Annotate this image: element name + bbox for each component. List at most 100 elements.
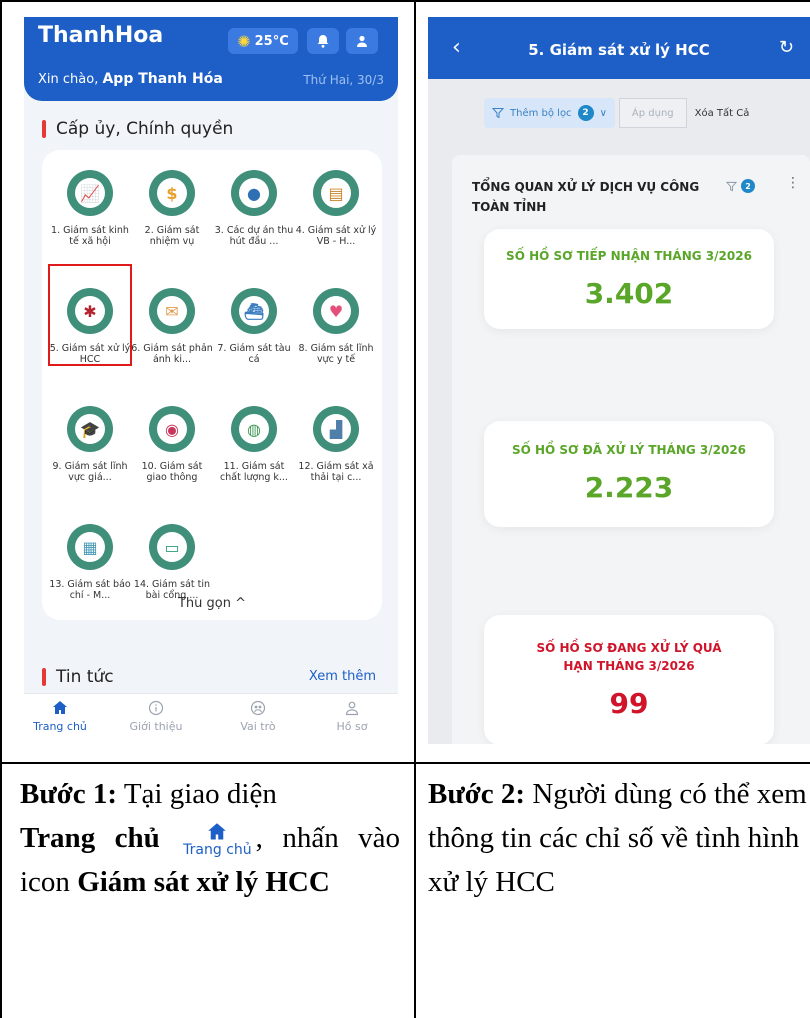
stat-label: SỐ HỒ SƠ TIẾP NHẬN THÁNG 3/2026 xyxy=(506,249,752,263)
module-item-9[interactable]: 🎓 9. Giám sát lĩnh vực giá... xyxy=(48,406,132,483)
stat-value: 2.223 xyxy=(584,471,674,504)
money-task-icon: $ xyxy=(149,170,195,216)
nav-roles-label: Vai trò xyxy=(240,720,276,733)
weather-chip[interactable]: ✺ 25°C xyxy=(228,28,298,54)
nav-about[interactable]: Giới thiệu xyxy=(116,700,196,733)
table-border-top xyxy=(0,0,810,2)
module-item-10[interactable]: ◉ 10. Giám sát giao thông xyxy=(130,406,214,483)
stat-card-overdue: SỐ HỒ SƠ ĐANG XỬ LÝ QUÁ HẠN THÁNG 3/2026… xyxy=(484,615,774,744)
collapse-button[interactable]: Thu gọn ^ xyxy=(42,596,382,611)
filter-count-badge: 2 xyxy=(577,105,594,121)
see-more-link[interactable]: Xem thêm xyxy=(309,669,376,684)
apply-button[interactable]: Áp dụng xyxy=(618,98,687,128)
greeting: Xin chào, App Thanh Hóa xyxy=(38,71,223,87)
overview-panel: TỔNG QUAN XỬ LÝ DỊCH VỤ CÔNG TOÀN TỈNH 2… xyxy=(452,155,810,744)
info-icon xyxy=(116,700,196,720)
document-stack-icon: ▤ xyxy=(313,170,359,216)
clear-all-button[interactable]: Xóa Tất Cả xyxy=(695,108,750,119)
step1-text: Bước 1: Tại giao diện Trang chủ Trang ch… xyxy=(20,772,400,904)
module-label: 6. Giám sát phản ánh ki... xyxy=(131,343,213,365)
mail-feedback-icon: ✉ xyxy=(149,288,195,334)
greeting-prefix: Xin chào, xyxy=(38,72,99,87)
module-item-1[interactable]: 📈 1. Giám sát kinh tế xã hội xyxy=(48,170,132,247)
notification-button[interactable] xyxy=(307,28,339,54)
section-marker xyxy=(42,120,46,138)
step1-target: Giám sát xử lý HCC xyxy=(77,866,330,898)
module-item-12[interactable]: ▟ 12. Giám sát xả thải tại c... xyxy=(294,406,378,483)
section-marker xyxy=(42,668,46,686)
stat-value: 99 xyxy=(609,687,649,720)
weather-temp: 25°C xyxy=(254,33,289,49)
section-news-title: Tin tức xyxy=(56,667,114,687)
roles-icon xyxy=(218,700,298,720)
module-label: 12. Giám sát xả thải tại c... xyxy=(298,461,374,483)
app-brand: ThanhHoa xyxy=(38,23,164,48)
module-item-8[interactable]: ♥ 8. Giám sát lĩnh vực y tế xyxy=(294,288,378,365)
current-date: Thứ Hai, 30/3 xyxy=(303,73,384,87)
dashboard-header: ‹ 5. Giám sát xử lý HCC ↻ xyxy=(428,17,810,79)
person-icon xyxy=(312,700,392,720)
investment-hand-icon: ● xyxy=(231,170,277,216)
home-icon xyxy=(24,700,100,720)
module-label: 8. Giám sát lĩnh vực y tế xyxy=(298,343,374,365)
nav-profile[interactable]: Hồ sơ xyxy=(312,700,392,733)
add-filter-label: Thêm bộ lọc xyxy=(510,107,572,119)
hcc-dashboard-screenshot: ‹ 5. Giám sát xử lý HCC ↻ Thêm bộ lọc 2 … xyxy=(428,17,810,744)
step1-text-part1: Tại giao diện xyxy=(123,778,277,810)
profile-button[interactable] xyxy=(346,28,378,54)
table-border-middle xyxy=(414,0,416,1018)
module-label: 7. Giám sát tàu cá xyxy=(217,343,291,365)
step1-home-label: Trang chủ xyxy=(20,822,160,854)
graduation-cap-icon: 🎓 xyxy=(67,406,113,452)
stat-label: SỐ HỒ SƠ ĐANG XỬ LÝ QUÁ HẠN THÁNG 3/2026 xyxy=(536,641,722,673)
bottom-navigation: Trang chủ Giới thiệu Vai trò Hồ sơ xyxy=(24,693,398,741)
module-label: 11. Giám sát chất lượng k... xyxy=(220,461,288,483)
module-item-14[interactable]: ▭ 14. Giám sát tin bài cổng ... xyxy=(130,524,214,601)
step1-label: Bước 1: xyxy=(20,778,118,810)
module-label: 2. Giám sát nhiệm vụ xyxy=(144,225,200,247)
monitor-news-icon: ▭ xyxy=(149,524,195,570)
overview-filter-badge: 2 xyxy=(741,179,755,193)
module-item-4[interactable]: ▤ 4. Giám sát xử lý VB - H... xyxy=(294,170,378,247)
filter-bar: Thêm bộ lọc 2 ∨ Áp dụng Xóa Tất Cả xyxy=(484,97,794,129)
stat-label: SỐ HỒ SƠ ĐÃ XỬ LÝ THÁNG 3/2026 xyxy=(511,443,747,457)
nav-home-label: Trang chủ xyxy=(33,720,87,733)
module-grid-card: 📈 1. Giám sát kinh tế xã hội $2. Giám sát … xyxy=(42,150,382,620)
greeting-name: App Thanh Hóa xyxy=(102,71,223,87)
add-filter-button[interactable]: Thêm bộ lọc 2 ∨ xyxy=(484,98,615,128)
home-inline-icon-label: Trang chủ xyxy=(183,842,252,859)
sun-icon: ✺ xyxy=(237,31,251,51)
module-item-7[interactable]: ⛴ 7. Giám sát tàu cá xyxy=(212,288,296,365)
table-border-left xyxy=(0,0,2,1018)
home-icon xyxy=(208,823,227,840)
nav-profile-label: Hồ sơ xyxy=(336,720,368,733)
user-icon xyxy=(357,35,367,47)
overview-filter[interactable]: 2 xyxy=(726,179,755,193)
factory-waste-icon: ▟ xyxy=(313,406,359,452)
module-item-11[interactable]: ◍ 11. Giám sát chất lượng k... xyxy=(212,406,296,483)
chevron-down-icon: ∨ xyxy=(599,107,607,119)
module-item-6[interactable]: ✉ 6. Giám sát phản ánh ki... xyxy=(130,288,214,365)
dashboard-title: 5. Giám sát xử lý HCC xyxy=(528,41,710,59)
overview-title: TỔNG QUAN XỬ LÝ DỊCH VỤ CÔNG TOÀN TỈNH xyxy=(472,180,700,214)
module-label: 9. Giám sát lĩnh vực giá... xyxy=(52,461,128,483)
module-item-3[interactable]: ● 3. Các dự án thu hút đầu ... xyxy=(212,170,296,247)
section-government-title: Cấp ủy, Chính quyền xyxy=(56,119,234,139)
stat-card-processed: SỐ HỒ SƠ ĐÃ XỬ LÝ THÁNG 3/2026 2.223 xyxy=(484,421,774,527)
module-label: 3. Các dự án thu hút đầu ... xyxy=(214,225,294,247)
traffic-camera-icon: ◉ xyxy=(149,406,195,452)
stat-card-received: SỐ HỒ SƠ TIẾP NHẬN THÁNG 3/2026 3.402 xyxy=(484,229,774,329)
app-header: ThanhHoa ✺ 25°C Xin chào, App Thanh Hóa … xyxy=(24,17,398,101)
newspaper-icon: ▦ xyxy=(67,524,113,570)
refresh-icon[interactable]: ↻ xyxy=(779,37,794,58)
nav-roles[interactable]: Vai trò xyxy=(218,700,298,733)
heartbeat-icon: ♥ xyxy=(313,288,359,334)
section-news: Tin tức xyxy=(42,667,114,687)
module-item-2[interactable]: $2. Giám sát nhiệm vụ xyxy=(130,170,214,247)
module-item-13[interactable]: ▦ 13. Giám sát báo chí - M... xyxy=(48,524,132,601)
more-options-icon[interactable]: ⋮ xyxy=(786,175,800,191)
fishing-boat-icon: ⛴ xyxy=(231,288,277,334)
module-label: 10. Giám sát giao thông xyxy=(141,461,203,483)
table-row-divider xyxy=(0,762,810,764)
nav-home[interactable]: Trang chủ xyxy=(24,700,100,733)
